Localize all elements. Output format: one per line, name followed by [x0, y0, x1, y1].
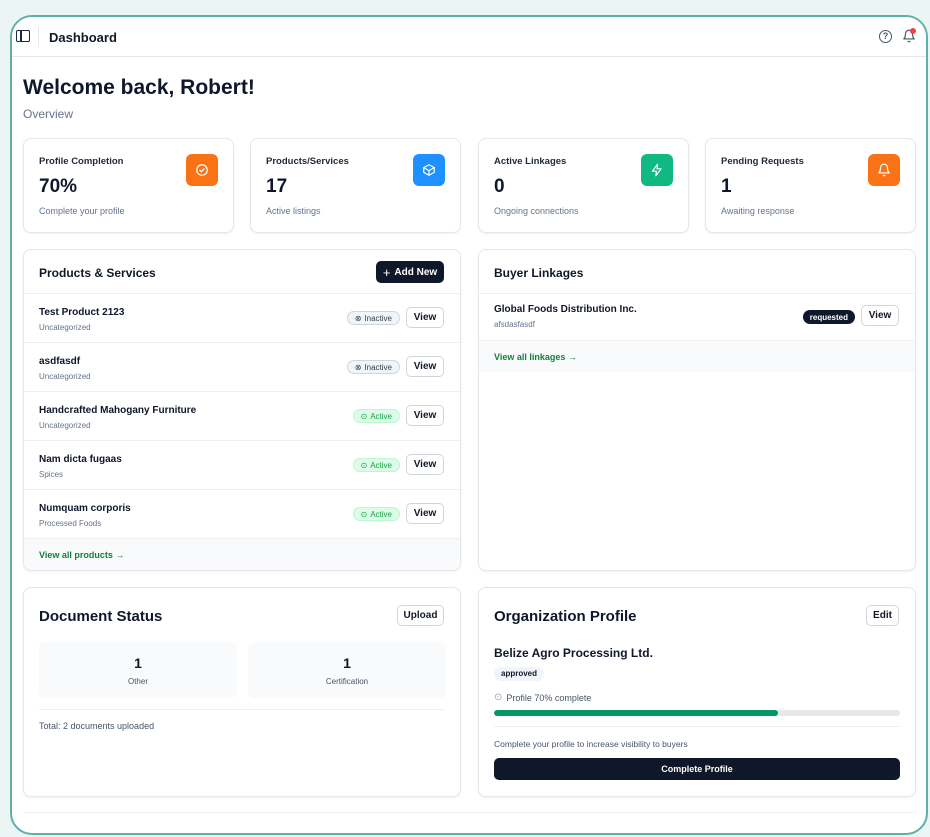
stat-card-profile-completion: Profile Completion 70% Complete your pro…	[23, 138, 234, 233]
status-badge: ⊗ Inactive	[346, 311, 400, 325]
stat-sub: Ongoing connections	[494, 206, 579, 216]
top-bar: Dashboard ?	[12, 17, 926, 57]
view-button[interactable]: View	[406, 307, 444, 328]
product-name: Numquam corporis	[39, 503, 131, 514]
bolt-icon	[641, 154, 673, 186]
x-circle-icon: ⊗	[354, 313, 362, 323]
product-name: asdfasdf	[39, 356, 81, 367]
divider	[23, 812, 915, 813]
product-category: Spices	[39, 470, 64, 479]
add-new-button[interactable]: + Add New	[376, 261, 444, 283]
status-badge: requested	[802, 310, 855, 324]
stat-label: Products/Services	[266, 156, 349, 167]
bell-icon	[868, 154, 900, 186]
upload-button[interactable]: Upload	[397, 605, 444, 626]
organization-name: Belize Agro Processing Ltd.	[494, 646, 653, 660]
stat-sub: Active listings	[266, 206, 321, 216]
status-badge: ⊗ Inactive	[346, 360, 400, 374]
profile-progress-fill	[494, 710, 779, 716]
stat-label: Profile Completion	[39, 156, 124, 167]
status-badge: ⊙ Active	[352, 458, 400, 472]
welcome-heading: Welcome back, Robert!	[23, 76, 255, 99]
divider	[38, 27, 39, 47]
view-all-linkages-link[interactable]: View all linkages →	[494, 352, 577, 362]
status-badge: ⊙ Active	[352, 409, 400, 423]
view-button[interactable]: View	[406, 405, 444, 426]
package-icon	[413, 154, 445, 186]
page-title: Dashboard	[49, 30, 117, 45]
profile-hint: Complete your profile to increase visibi…	[494, 739, 688, 749]
stat-card-products: Products/Services 17 Active listings	[250, 138, 461, 233]
table-row: Numquam corporis Processed Foods ⊙ Active…	[24, 489, 460, 538]
products-card: Products & Services + Add New Test Produ…	[23, 249, 461, 571]
documents-total: Total: 2 documents uploaded	[39, 721, 155, 731]
table-row: Nam dicta fugaas Spices ⊙ Active View	[24, 440, 460, 489]
product-name: Handcrafted Mahogany Furniture	[39, 405, 197, 416]
organization-title: Organization Profile	[494, 608, 637, 625]
x-circle-icon: ⊗	[354, 362, 362, 372]
stat-card-pending-requests: Pending Requests 1 Awaiting response	[705, 138, 916, 233]
stat-value: 1	[721, 176, 732, 197]
status-badge: ⊙ Active	[352, 507, 400, 521]
profile-progress-label: ⊙ Profile 70% complete	[494, 692, 592, 703]
add-new-label: Add New	[394, 266, 438, 278]
product-name: Nam dicta fugaas	[39, 454, 122, 465]
documents-card: Document Status Upload 1 Other 1 Certifi…	[23, 587, 461, 797]
linkages-title: Buyer Linkages	[494, 266, 584, 280]
buyer-name: Global Foods Distribution Inc.	[494, 304, 637, 315]
notification-dot	[910, 28, 916, 34]
document-count: 1	[134, 655, 142, 671]
stat-label: Active Linkages	[494, 156, 567, 167]
stat-value: 70%	[39, 176, 78, 197]
stat-label: Pending Requests	[721, 156, 804, 167]
product-category: Uncategorized	[39, 421, 91, 430]
products-title: Products & Services	[39, 266, 156, 280]
stat-value: 0	[494, 176, 505, 197]
buyer-sub: afsdasfasdf	[494, 320, 535, 329]
document-count-certification: 1 Certification	[248, 642, 446, 698]
document-count: 1	[343, 655, 351, 671]
product-name: Test Product 2123	[39, 307, 125, 318]
documents-title: Document Status	[39, 608, 163, 625]
check-circle-icon: ⊙	[360, 460, 368, 470]
sidebar-toggle-icon[interactable]	[16, 30, 30, 42]
list-item: Global Foods Distribution Inc. afsdasfas…	[479, 293, 915, 340]
view-button[interactable]: View	[406, 503, 444, 524]
stat-sub: Awaiting response	[721, 206, 795, 216]
app-window: Dashboard ? Welcome back, Robert! Overvi…	[10, 15, 928, 835]
products-footer: View all products →	[24, 538, 460, 570]
table-row: asdfasdf Uncategorized ⊗ Inactive View	[24, 342, 460, 391]
stat-value: 17	[266, 176, 288, 197]
divider	[39, 709, 445, 710]
linkages-card: Buyer Linkages Global Foods Distribution…	[478, 249, 916, 571]
check-circle-icon: ⊙	[494, 692, 503, 703]
check-circle-icon: ⊙	[360, 509, 368, 519]
table-row: Test Product 2123 Uncategorized ⊗ Inactiv…	[24, 293, 460, 342]
view-all-products-link[interactable]: View all products →	[39, 550, 124, 560]
overview-label: Overview	[23, 107, 74, 121]
status-badge: approved	[494, 667, 545, 681]
product-category: Uncategorized	[39, 323, 91, 332]
product-category: Processed Foods	[39, 519, 102, 528]
edit-button[interactable]: Edit	[866, 605, 899, 626]
stat-card-active-linkages: Active Linkages 0 Ongoing connections	[478, 138, 689, 233]
document-type: Certification	[325, 677, 369, 686]
document-count-other: 1 Other	[39, 642, 237, 698]
product-category: Uncategorized	[39, 372, 91, 381]
table-row: Handcrafted Mahogany Furniture Uncategor…	[24, 391, 460, 440]
plus-icon: +	[382, 264, 391, 280]
stat-sub: Complete your profile	[39, 206, 125, 216]
view-button[interactable]: View	[406, 356, 444, 377]
check-circle-icon: ⊙	[360, 411, 368, 421]
divider	[494, 726, 900, 727]
help-icon[interactable]: ?	[879, 30, 892, 43]
document-type: Other	[127, 677, 148, 686]
linkages-footer: View all linkages →	[479, 340, 915, 372]
profile-progress-bar	[494, 710, 900, 716]
check-circle-icon	[186, 154, 218, 186]
view-button[interactable]: View	[861, 305, 899, 326]
complete-profile-button[interactable]: Complete Profile	[494, 758, 900, 780]
organization-card: Organization Profile Edit Belize Agro Pr…	[478, 587, 916, 797]
view-button[interactable]: View	[406, 454, 444, 475]
